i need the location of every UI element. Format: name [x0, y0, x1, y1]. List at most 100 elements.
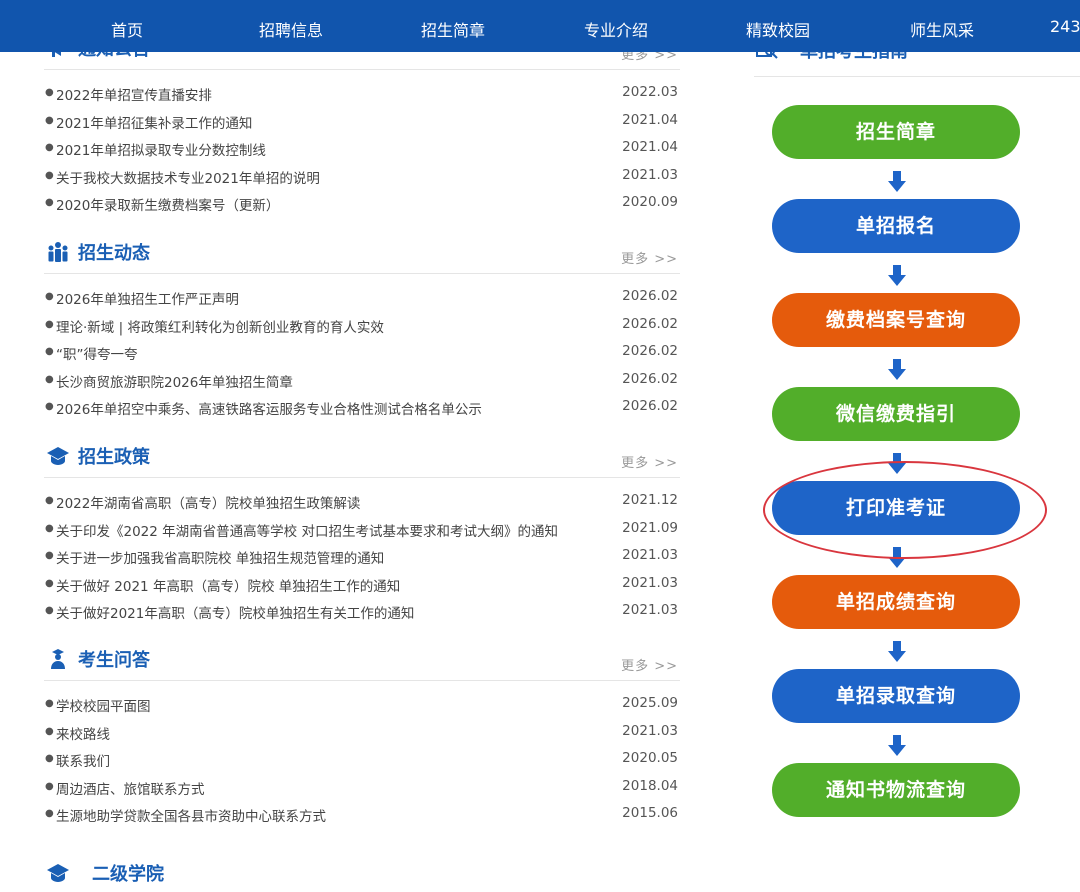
- item-date: 2021.03: [622, 547, 678, 563]
- list-item[interactable]: ● 关于印发《2022 年湖南省普通高等学校 对口招生考试基本要求和考试大纲》的通…: [44, 520, 680, 548]
- item-title[interactable]: 来校路线: [56, 723, 110, 743]
- item-date: 2021.03: [622, 722, 678, 739]
- step-payment-file-query[interactable]: 缴费档案号查询: [772, 293, 1020, 347]
- list-item[interactable]: ● 2020年录取新生缴费档案号（更新） 2020.09: [44, 194, 680, 222]
- item-date: 2021.04: [622, 139, 678, 155]
- news-column: 通知公告 更多 >> ●2022年单招宣传直播安排2022.03 ●2021年单…: [44, 39, 680, 892]
- bullet: ●: [45, 495, 54, 506]
- arrow-down-icon: [888, 735, 906, 756]
- item-title[interactable]: 关于做好 2021 年高职（高专）院校 单独招生工作的通知: [56, 575, 400, 595]
- section-title: 考生问答: [78, 650, 150, 671]
- nav-item-admission-brochure[interactable]: 招生简章: [421, 17, 485, 41]
- arrow-down-icon: [888, 641, 906, 662]
- nav-item-campus[interactable]: 精致校园: [746, 17, 810, 41]
- bullet: ●: [45, 605, 54, 616]
- bullet: ●: [45, 698, 54, 709]
- item-title[interactable]: 2022年湖南省高职（高专）院校单独招生政策解读: [56, 492, 360, 512]
- student-icon: [51, 649, 65, 669]
- bullet: ●: [45, 577, 54, 589]
- bullet: ●: [45, 522, 54, 534]
- nav-item-number[interactable]: 2430: [1050, 17, 1080, 36]
- list-item[interactable]: ● 长沙商贸旅游职院2026年单独招生简章 2026.02: [44, 371, 680, 399]
- list-item[interactable]: ● 关于进一步加强我省高职院校 单独招生规范管理的通知 2021.03: [44, 547, 680, 575]
- item-title[interactable]: 联系我们: [56, 750, 110, 770]
- arrow-down-icon: [888, 265, 906, 286]
- more-link[interactable]: 更多 >>: [621, 248, 678, 267]
- list-item[interactable]: ● 2026年单独招生工作严正声明 2026.02: [44, 288, 680, 316]
- item-date: 2018.04: [622, 777, 678, 794]
- divider: [44, 680, 680, 681]
- item-date: 2026.02: [622, 343, 678, 359]
- section-title[interactable]: 二级学院: [92, 860, 164, 886]
- item-date: 2021.12: [622, 492, 678, 508]
- bullet: ●: [45, 114, 54, 126]
- list-item[interactable]: ● 联系我们 2020.05: [44, 750, 680, 778]
- people-icon: [48, 242, 68, 262]
- nav-item-majors[interactable]: 专业介绍: [584, 17, 648, 41]
- list-item[interactable]: ● 来校路线 2021.03: [44, 723, 680, 751]
- nav-item-recruitment[interactable]: 招聘信息: [259, 17, 323, 41]
- item-date: 2020.05: [622, 750, 678, 766]
- step-admission-brochure[interactable]: 招生简章: [772, 105, 1020, 159]
- item-title[interactable]: 2026年单独招生工作严正声明: [56, 288, 239, 308]
- list-item[interactable]: ● 学校校园平面图 2025.09: [44, 695, 680, 723]
- item-title[interactable]: “职”得夸一夸: [56, 343, 138, 363]
- section-title: 招生动态: [78, 243, 150, 264]
- item-title[interactable]: 2021年单招征集补录工作的通知: [56, 112, 252, 132]
- list-item[interactable]: ● “职”得夸一夸 2026.02: [44, 343, 680, 371]
- item-title[interactable]: 2021年单招拟录取专业分数控制线: [56, 139, 266, 159]
- list-item[interactable]: ● 关于我校大数据技术专业2021年单招的说明 2021.03: [44, 167, 680, 195]
- step-notice-logistics-query[interactable]: 通知书物流查询: [772, 763, 1020, 817]
- item-title[interactable]: 关于印发《2022 年湖南省普通高等学校 对口招生考试基本要求和考试大纲》的通知: [56, 520, 558, 540]
- item-date: 2021.04: [622, 111, 678, 128]
- list-item[interactable]: ● 2022年单招宣传直播安排 2022.03: [44, 84, 680, 112]
- nav-item-home[interactable]: 首页: [111, 17, 143, 41]
- nav-item-style[interactable]: 师生风采: [910, 17, 974, 41]
- highlight-ring: [763, 461, 1047, 559]
- section-admission-policy: 招生政策 更多 >> ● 2022年湖南省高职（高专）院校单独招生政策解读 2021…: [44, 442, 680, 622]
- step-score-query[interactable]: 单招成绩查询: [772, 575, 1020, 629]
- item-date: 2021.03: [622, 574, 678, 591]
- section-header: 招生政策 更多 >>: [44, 442, 680, 478]
- item-title[interactable]: 2026年单招空中乘务、高速铁路客运服务专业合格性测试合格名单公示: [56, 398, 482, 418]
- news-list: ● 2026年单独招生工作严正声明 2026.02 ● 理论·新域 | 将政策红利转化…: [44, 288, 680, 426]
- bullet: ●: [45, 87, 54, 98]
- item-date: 2022.03: [622, 84, 678, 100]
- section-header: 招生动态 更多 >>: [44, 238, 680, 274]
- list-item[interactable]: ● 2021年单招拟录取专业分数控制线 2021.04: [44, 139, 680, 167]
- item-title[interactable]: 关于我校大数据技术专业2021年单招的说明: [56, 167, 320, 187]
- item-title[interactable]: 关于进一步加强我省高职院校 单独招生规范管理的通知: [56, 547, 384, 567]
- bullet: ●: [45, 725, 54, 737]
- section-admission-news: 招生动态 更多 >> ● 2026年单独招生工作严正声明 2026.02 ● 理论·新…: [44, 238, 680, 418]
- bullet: ●: [45, 291, 54, 302]
- list-item[interactable]: ● 关于做好 2021 年高职（高专）院校 单独招生工作的通知 2021.03: [44, 575, 680, 603]
- section-header: 考生问答 更多 >>: [44, 645, 680, 681]
- item-date: 2026.02: [622, 398, 678, 414]
- step-admission-result-query[interactable]: 单招录取查询: [772, 669, 1020, 723]
- item-title[interactable]: 2022年单招宣传直播安排: [56, 84, 212, 104]
- list-item[interactable]: ● 2022年湖南省高职（高专）院校单独招生政策解读 2021.12: [44, 492, 680, 520]
- item-title[interactable]: 学校校园平面图: [56, 695, 151, 715]
- list-item[interactable]: ● 周边酒店、旅馆联系方式 2018.04: [44, 778, 680, 806]
- list-item[interactable]: ● 理论·新域 | 将政策红利转化为创新创业教育的育人实效 2026.02: [44, 316, 680, 344]
- item-date: 2026.02: [622, 370, 678, 387]
- divider: [44, 69, 680, 70]
- more-link[interactable]: 更多 >>: [621, 655, 678, 674]
- item-title[interactable]: 周边酒店、旅馆联系方式: [56, 778, 205, 798]
- list-item[interactable]: ● 生源地助学贷款全国各县市资助中心联系方式 2015.06: [44, 805, 680, 833]
- item-title[interactable]: 关于做好2021年高职（高专）院校单独招生有关工作的通知: [56, 602, 414, 622]
- list-item[interactable]: ● 2021年单招征集补录工作的通知 2021.04: [44, 112, 680, 140]
- item-title[interactable]: 长沙商贸旅游职院2026年单独招生简章: [56, 371, 293, 391]
- bullet: ●: [45, 753, 54, 764]
- item-title[interactable]: 生源地助学贷款全国各县市资助中心联系方式: [56, 805, 326, 825]
- item-title[interactable]: 理论·新域 | 将政策红利转化为创新创业教育的育人实效: [56, 316, 384, 336]
- more-link[interactable]: 更多 >>: [621, 452, 678, 471]
- step-registration[interactable]: 单招报名: [772, 199, 1020, 253]
- list-item[interactable]: ● 关于做好2021年高职（高专）院校单独招生有关工作的通知 2021.03: [44, 602, 680, 630]
- bullet: ●: [45, 169, 54, 181]
- bullet: ●: [45, 373, 54, 385]
- item-date: 2026.02: [622, 288, 678, 304]
- list-item[interactable]: ● 2026年单招空中乘务、高速铁路客运服务专业合格性测试合格名单公示 2026.0…: [44, 398, 680, 426]
- step-wechat-payment-guide[interactable]: 微信缴费指引: [772, 387, 1020, 441]
- item-title[interactable]: 2020年录取新生缴费档案号（更新）: [56, 194, 279, 214]
